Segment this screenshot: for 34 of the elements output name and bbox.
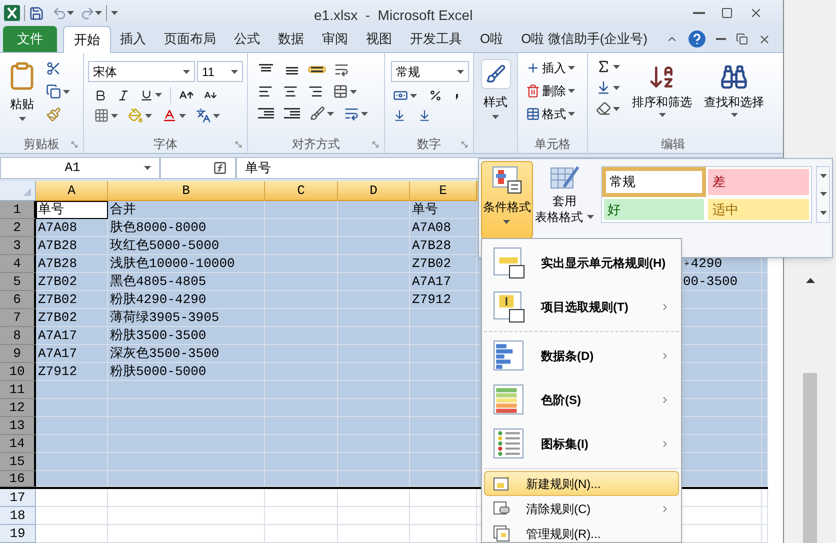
table-cell: Z7B02	[36, 272, 108, 291]
group-label: 剪贴板	[24, 136, 60, 153]
table-cell: A7A17	[410, 272, 477, 291]
table-cell: 深灰色3500-3500	[108, 344, 265, 363]
table-cell: 黑色4805-4805	[108, 272, 265, 291]
table-cell: 粉肤3500-3500	[108, 326, 265, 345]
group-label: 数字	[417, 136, 441, 153]
table-cell: A7B28	[410, 236, 477, 255]
table-cell: A7A08	[410, 218, 477, 237]
table-cell: A7B28	[36, 236, 108, 255]
group-label: 编辑	[661, 136, 685, 153]
table-cell: Z7B02	[36, 308, 108, 327]
table-cell: A7A17	[36, 326, 108, 345]
table-cell: 单号	[410, 200, 477, 219]
table-cell: 合并	[108, 200, 265, 219]
table-cell: Z7912	[410, 290, 477, 309]
table-cell: 单号	[36, 200, 108, 219]
group-label: 字体	[154, 136, 178, 153]
table-cell: 玫红色5000-5000	[108, 236, 265, 255]
table-cell: 薄荷绿3905-3905	[108, 308, 265, 327]
group-label: 对齐方式	[292, 136, 340, 153]
table-cell: 粉肤4290-4290	[108, 290, 265, 309]
table-cell: A7B28	[36, 254, 108, 273]
table-cell: Z7B02	[36, 290, 108, 309]
group-label: 单元格	[534, 136, 570, 153]
table-cell: Z7B02	[410, 254, 477, 273]
table-cell: A7A17	[36, 344, 108, 363]
table-cell: 肤色8000-8000	[108, 218, 265, 237]
table-cell: Z7912	[36, 362, 108, 381]
table-cell: 粉肤5000-5000	[108, 362, 265, 381]
table-cell: 00-3500	[681, 272, 762, 291]
table-cell: 浅肤色10000-10000	[108, 254, 265, 273]
table-cell: A7A08	[36, 218, 108, 237]
window-title: e1.xlsx - Microsoft Excel	[314, 6, 473, 25]
